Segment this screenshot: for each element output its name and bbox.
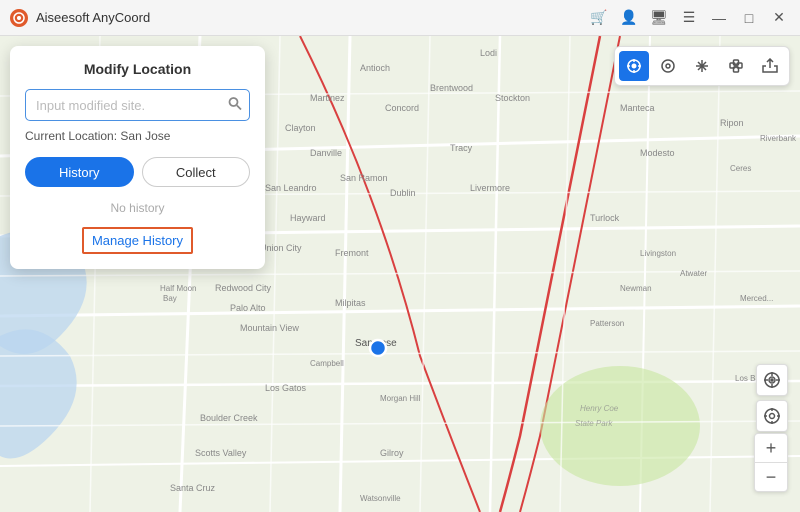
menu-icon[interactable]: ☰	[678, 7, 700, 29]
svg-text:Lodi: Lodi	[480, 48, 497, 58]
svg-text:Gilroy: Gilroy	[380, 448, 404, 458]
svg-text:Riverbank: Riverbank	[760, 134, 797, 143]
svg-text:Dublin: Dublin	[390, 188, 416, 198]
map-side-controls	[756, 364, 788, 432]
title-bar: Aiseesoft AnyCoord 🛒 👤 🖥 ☰ — □ ✕	[0, 0, 800, 36]
multi-stop-button[interactable]	[653, 51, 683, 81]
panel-title: Modify Location	[25, 61, 250, 77]
svg-text:Half Moon: Half Moon	[160, 284, 196, 293]
svg-text:Danville: Danville	[310, 148, 342, 158]
manage-history-button[interactable]: Manage History	[82, 227, 193, 254]
svg-text:Watsonville: Watsonville	[360, 494, 401, 503]
app-logo	[10, 9, 28, 27]
svg-text:Martinez: Martinez	[310, 93, 345, 103]
svg-text:Morgan Hill: Morgan Hill	[380, 394, 421, 403]
svg-text:Tracy: Tracy	[450, 143, 473, 153]
svg-text:Fremont: Fremont	[335, 248, 369, 258]
current-location: Current Location: San Jose	[25, 129, 250, 143]
svg-text:Bay: Bay	[163, 294, 177, 303]
svg-text:Santa Cruz: Santa Cruz	[170, 483, 216, 493]
svg-text:Merced...: Merced...	[740, 294, 773, 303]
svg-text:Ripon: Ripon	[720, 118, 744, 128]
maximize-button[interactable]: □	[738, 7, 760, 29]
export-button[interactable]	[755, 51, 785, 81]
collect-tab[interactable]: Collect	[142, 157, 251, 187]
cart-icon[interactable]: 🛒	[588, 7, 610, 29]
svg-text:Milpitas: Milpitas	[335, 298, 366, 308]
svg-text:Modesto: Modesto	[640, 148, 675, 158]
svg-text:Patterson: Patterson	[590, 319, 624, 328]
svg-text:San Ramon: San Ramon	[340, 173, 388, 183]
svg-text:Redwood City: Redwood City	[215, 283, 272, 293]
no-history-text: No history	[25, 201, 250, 215]
svg-text:Los Gatos: Los Gatos	[265, 383, 307, 393]
svg-text:Livingston: Livingston	[640, 249, 676, 258]
svg-text:Stockton: Stockton	[495, 93, 530, 103]
search-icon	[228, 97, 242, 114]
gps-button[interactable]	[756, 400, 788, 432]
monitor-icon[interactable]: 🖥	[648, 7, 670, 29]
svg-text:Henry Coe: Henry Coe	[580, 404, 619, 413]
svg-text:Antioch: Antioch	[360, 63, 390, 73]
svg-text:State Park: State Park	[575, 419, 613, 428]
tab-buttons: History Collect	[25, 157, 250, 187]
user-icon[interactable]: 👤	[618, 7, 640, 29]
svg-text:Palo Alto: Palo Alto	[230, 303, 266, 313]
main-area: Lodi Antioch Brentwood Martinez Concord …	[0, 36, 800, 512]
svg-text:Turlock: Turlock	[590, 213, 620, 223]
location-mode-button[interactable]	[619, 51, 649, 81]
svg-text:Newman: Newman	[620, 284, 652, 293]
svg-text:Brentwood: Brentwood	[430, 83, 473, 93]
zoom-controls: + −	[754, 433, 788, 492]
svg-text:Clayton: Clayton	[285, 123, 316, 133]
svg-text:Hayward: Hayward	[290, 213, 326, 223]
svg-text:Ceres: Ceres	[730, 164, 751, 173]
history-tab[interactable]: History	[25, 157, 134, 187]
svg-text:Mountain View: Mountain View	[240, 323, 299, 333]
zoom-in-button[interactable]: +	[755, 434, 787, 462]
reset-button[interactable]	[721, 51, 751, 81]
zoom-out-button[interactable]: −	[755, 463, 787, 491]
svg-text:Union City: Union City	[260, 243, 302, 253]
svg-text:Atwater: Atwater	[680, 269, 707, 278]
close-button[interactable]: ✕	[768, 7, 790, 29]
svg-text:Campbell: Campbell	[310, 359, 344, 368]
joystick-button[interactable]	[687, 51, 717, 81]
search-wrapper	[25, 89, 250, 121]
minimize-button[interactable]: —	[708, 7, 730, 29]
svg-text:Scotts Valley: Scotts Valley	[195, 448, 247, 458]
svg-text:Livermore: Livermore	[470, 183, 510, 193]
svg-text:Boulder Creek: Boulder Creek	[200, 413, 258, 423]
svg-text:San Leandro: San Leandro	[265, 183, 317, 193]
target-button[interactable]	[756, 364, 788, 396]
app-title: Aiseesoft AnyCoord	[36, 10, 588, 25]
window-controls: 🛒 👤 🖥 ☰ — □ ✕	[588, 7, 790, 29]
svg-text:Concord: Concord	[385, 103, 419, 113]
modify-location-panel: Modify Location Current Location: San Jo…	[10, 46, 265, 269]
map-toolbar	[614, 46, 790, 86]
search-input[interactable]	[25, 89, 250, 121]
svg-text:Manteca: Manteca	[620, 103, 655, 113]
